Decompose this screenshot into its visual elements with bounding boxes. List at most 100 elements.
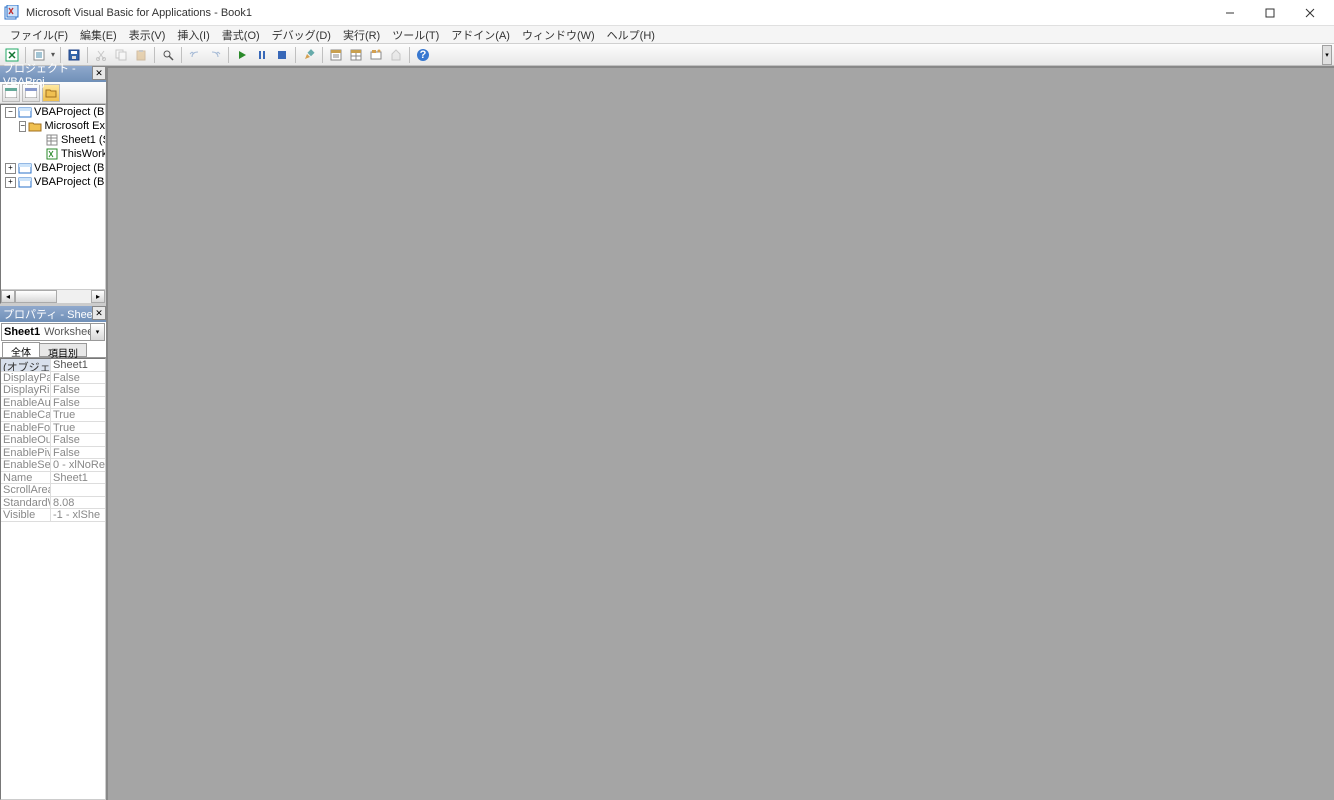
help-button[interactable]: ? <box>413 45 433 65</box>
menubar: ファイル(F) 編集(E) 表示(V) 挿入(I) 書式(O) デバッグ(D) … <box>0 26 1334 44</box>
menu-addins[interactable]: アドイン(A) <box>445 26 516 44</box>
property-value[interactable]: False <box>51 372 105 384</box>
property-value[interactable]: False <box>51 397 105 409</box>
property-row[interactable]: EnablePivoFalse <box>1 447 105 460</box>
properties-window-button[interactable] <box>346 45 366 65</box>
toolbar: ▾ ? ▾ <box>0 44 1334 66</box>
scroll-thumb[interactable] <box>15 290 57 303</box>
tree-scrollbar[interactable]: ◂▸ <box>1 289 105 303</box>
property-name: Name <box>1 472 51 484</box>
tree-item-label: Microsoft Ex <box>44 120 105 132</box>
property-value[interactable]: False <box>51 384 105 396</box>
property-value[interactable]: False <box>51 434 105 446</box>
property-value[interactable] <box>51 484 105 496</box>
menu-run[interactable]: 実行(R) <box>337 26 386 44</box>
property-value[interactable]: 8.08 <box>51 497 105 509</box>
find-button[interactable] <box>158 45 178 65</box>
window-title: Microsoft Visual Basic for Applications … <box>26 7 1210 19</box>
project-icon <box>18 176 32 188</box>
menu-view[interactable]: 表示(V) <box>123 26 172 44</box>
menu-window[interactable]: ウィンドウ(W) <box>516 26 601 44</box>
project-tree[interactable]: −VBAProject (B−Microsoft ExSheet1 (SThis… <box>0 104 106 304</box>
tree-item-label: VBAProject (B <box>34 176 104 188</box>
property-value[interactable]: Sheet1 <box>51 472 105 484</box>
copy-button[interactable] <box>111 45 131 65</box>
tab-categorized[interactable]: 項目別 <box>39 343 87 357</box>
tree-item[interactable]: − Microsoft Ex <box>1 119 105 133</box>
property-row[interactable]: DisplayPagFalse <box>1 372 105 385</box>
reset-button[interactable] <box>272 45 292 65</box>
menu-insert[interactable]: 挿入(I) <box>171 26 215 44</box>
property-value[interactable]: True <box>51 422 105 434</box>
expand-button[interactable]: + <box>5 163 16 174</box>
project-icon <box>18 106 32 118</box>
workbook-icon <box>45 148 59 160</box>
tree-item[interactable]: ThisWork <box>1 147 105 161</box>
property-row[interactable]: EnableSele0 - xlNoRe <box>1 459 105 472</box>
menu-file[interactable]: ファイル(F) <box>4 26 74 44</box>
property-name: DisplayRig <box>1 384 51 396</box>
design-mode-button[interactable] <box>299 45 319 65</box>
property-row[interactable]: EnableFormTrue <box>1 422 105 435</box>
property-row[interactable]: NameSheet1 <box>1 472 105 485</box>
property-value[interactable]: 0 - xlNoRe <box>51 459 105 471</box>
close-button[interactable] <box>1290 1 1330 25</box>
property-row[interactable]: EnableOutliFalse <box>1 434 105 447</box>
workspace: プロジェクト - VBAProj ✕ −VBAProject (B−Micros… <box>0 66 1334 800</box>
tree-item-label: Sheet1 (S <box>61 134 105 146</box>
property-name: ScrollArea <box>1 484 51 496</box>
mdi-client-area <box>106 66 1334 800</box>
run-button[interactable] <box>232 45 252 65</box>
property-row[interactable]: EnableCalcTrue <box>1 409 105 422</box>
tree-item[interactable]: −VBAProject (B <box>1 105 105 119</box>
tree-item[interactable]: + VBAProject (B <box>1 161 105 175</box>
minimize-button[interactable] <box>1210 1 1250 25</box>
properties-pane-close[interactable]: ✕ <box>92 306 106 320</box>
tree-item[interactable]: Sheet1 (S <box>1 133 105 147</box>
property-row[interactable]: ScrollArea <box>1 484 105 497</box>
object-selector-dropdown[interactable]: ▾ <box>90 324 104 340</box>
scroll-right[interactable]: ▸ <box>91 290 105 303</box>
property-row[interactable]: DisplayRigFalse <box>1 384 105 397</box>
separator <box>295 47 296 63</box>
expand-button[interactable]: + <box>5 177 16 188</box>
expand-button[interactable]: − <box>5 107 16 118</box>
property-name: EnableSele <box>1 459 51 471</box>
property-grid[interactable]: (オブジェクトSheet1DisplayPagFalseDisplayRigFa… <box>0 358 106 800</box>
menu-help[interactable]: ヘルプ(H) <box>601 26 661 44</box>
property-row[interactable]: EnableAutoFalse <box>1 397 105 410</box>
expand-button[interactable]: − <box>19 121 26 132</box>
scroll-left[interactable]: ◂ <box>1 290 15 303</box>
maximize-button[interactable] <box>1250 1 1290 25</box>
toolbox-button[interactable] <box>386 45 406 65</box>
break-button[interactable] <box>252 45 272 65</box>
toolbar-overflow[interactable]: ▾ <box>1322 45 1332 65</box>
tab-alphabetic[interactable]: 全体 <box>2 342 40 357</box>
tree-item-label: VBAProject (B <box>34 162 104 174</box>
project-pane-label: プロジェクト - VBAProj <box>3 60 103 88</box>
redo-button[interactable] <box>205 45 225 65</box>
undo-button[interactable] <box>185 45 205 65</box>
property-name: StandardWi <box>1 497 51 509</box>
property-row[interactable]: Visible-1 - xlShe <box>1 509 105 522</box>
property-row[interactable]: StandardWi8.08 <box>1 497 105 510</box>
menu-tools[interactable]: ツール(T) <box>386 26 445 44</box>
object-browser-button[interactable] <box>366 45 386 65</box>
property-row[interactable]: (オブジェクトSheet1 <box>1 359 105 372</box>
property-value[interactable]: False <box>51 447 105 459</box>
separator <box>154 47 155 63</box>
menu-format[interactable]: 書式(O) <box>216 26 266 44</box>
property-value[interactable]: True <box>51 409 105 421</box>
menu-edit[interactable]: 編集(E) <box>74 26 123 44</box>
separator <box>228 47 229 63</box>
property-value[interactable]: -1 - xlShe <box>51 509 105 521</box>
property-name: DisplayPag <box>1 372 51 384</box>
object-selector[interactable]: Sheet1 Worksheet ▾ <box>1 323 105 341</box>
project-explorer-button[interactable] <box>326 45 346 65</box>
app-icon <box>4 5 20 21</box>
property-value[interactable]: Sheet1 <box>51 359 105 371</box>
menu-debug[interactable]: デバッグ(D) <box>266 26 337 44</box>
tree-item[interactable]: + VBAProject (B <box>1 175 105 189</box>
paste-button[interactable] <box>131 45 151 65</box>
project-pane-close[interactable]: ✕ <box>92 66 106 80</box>
